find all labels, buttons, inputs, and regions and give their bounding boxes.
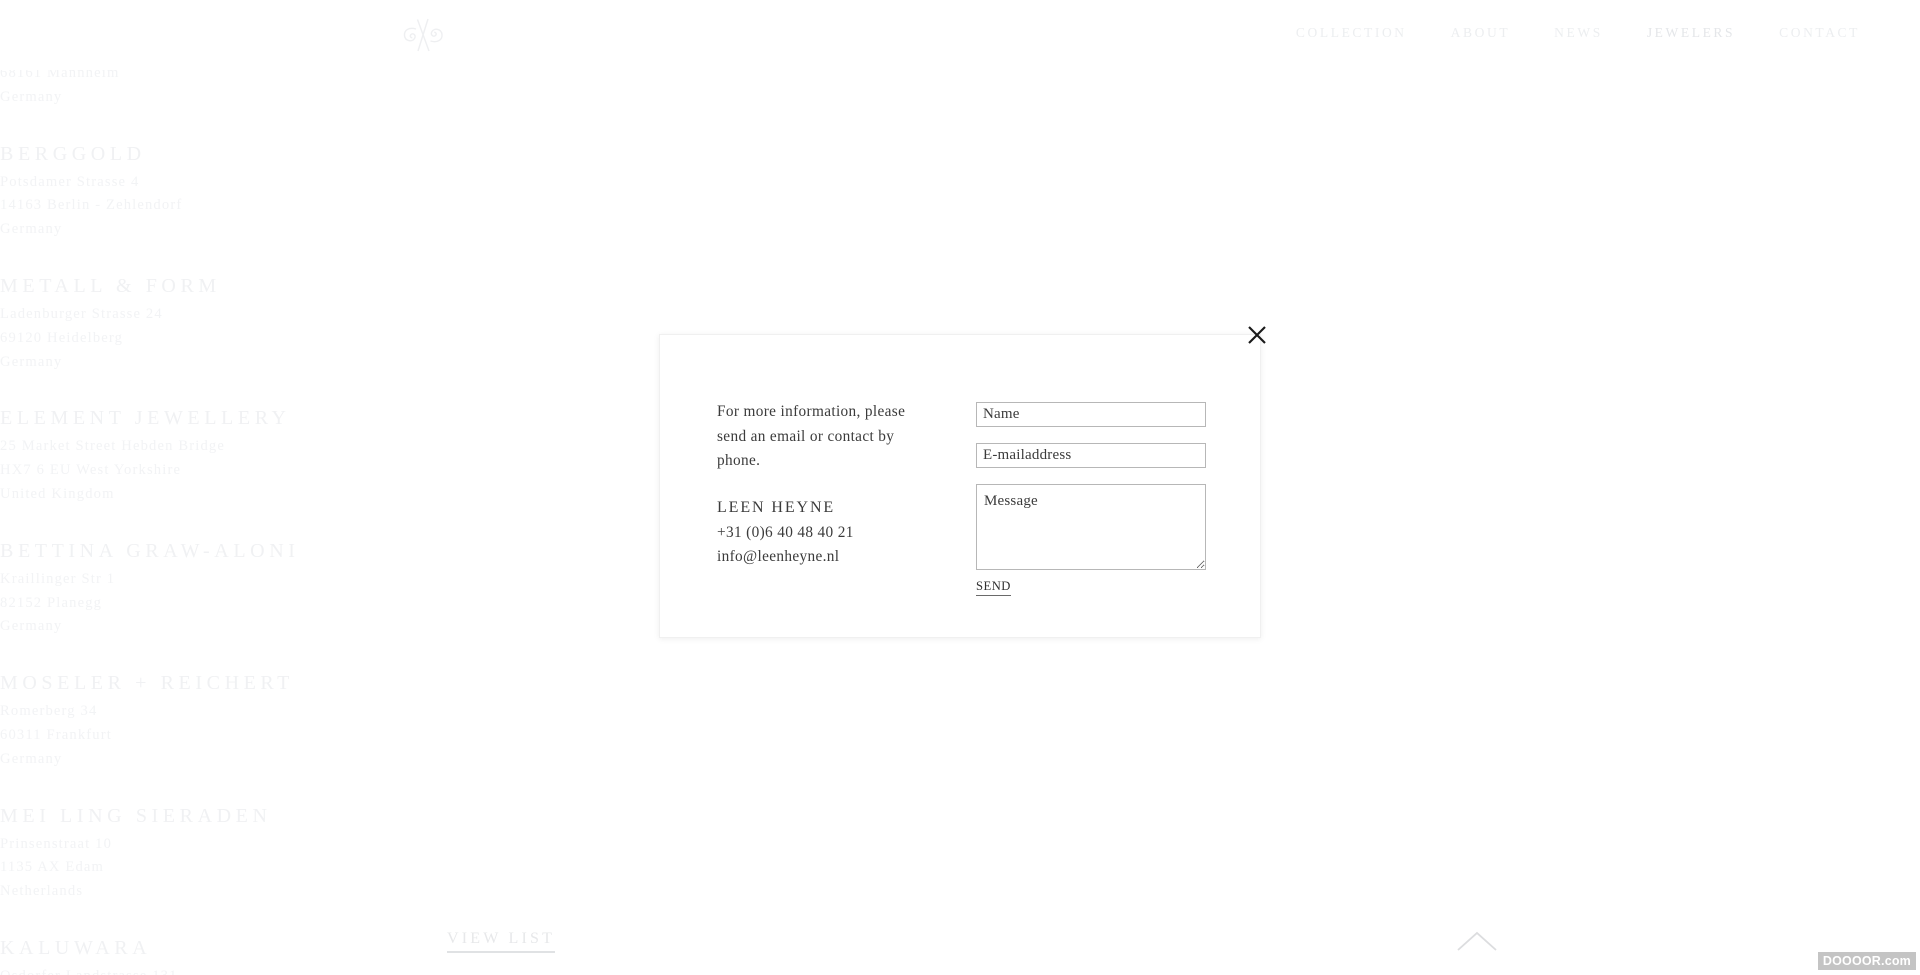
jeweler-address-line: 1135 AX Edam xyxy=(0,859,105,876)
name-input[interactable] xyxy=(976,402,1206,427)
contact-modal: For more information, please send an ema… xyxy=(659,326,1266,638)
nav-item-news[interactable]: NEWS xyxy=(1554,25,1603,41)
page-root: COLLECTION ABOUT NEWS JEWELERS CONTACT 6… xyxy=(0,0,1920,975)
jeweler-address-line: Germany xyxy=(0,221,63,238)
jeweler-entry: MEI LING SIERADEN Prinsenstraat 10 1135 … xyxy=(0,799,560,904)
contact-email: info@leenheyne.nl xyxy=(717,548,840,566)
contact-info-column: For more information, please send an ema… xyxy=(717,400,928,596)
jeweler-address-line: Germany xyxy=(0,750,63,767)
site-header: COLLECTION ABOUT NEWS JEWELERS CONTACT xyxy=(0,0,1920,70)
jeweler-address-line: Osdorfer Landstrasse 131 xyxy=(0,965,560,975)
jeweler-address-line: 60311 Frankfurt xyxy=(0,726,112,743)
jewelers-list: 68161 Mannheim Germany BERGGOLD Potsdame… xyxy=(0,62,560,975)
jeweler-address-line: Prinsenstraat 10 xyxy=(0,835,113,852)
jeweler-address-line: HX7 6 EU West Yorkshire xyxy=(0,462,182,479)
jeweler-entry: MOSELER + REICHERT Romerberg 34 60311 Fr… xyxy=(0,666,560,771)
jeweler-name: BERGGOLD xyxy=(0,142,146,165)
jeweler-address-line: 82152 Planegg xyxy=(0,594,103,611)
jeweler-name: BETTINA GRAW-ALONI xyxy=(0,539,300,562)
main-navigation: COLLECTION ABOUT NEWS JEWELERS CONTACT xyxy=(1296,25,1860,41)
jeweler-entry: METALL & FORM Ladenburger Strasse 24 691… xyxy=(0,269,560,374)
jeweler-entry: ELEMENT JEWELLERY 25 Market Street Hebde… xyxy=(0,401,560,506)
jeweler-name: ELEMENT JEWELLERY xyxy=(0,407,291,430)
contact-modal-body: For more information, please send an ema… xyxy=(717,400,1206,596)
chevron-up-icon[interactable] xyxy=(1454,928,1500,954)
jeweler-address-line: Ladenburger Strasse 24 xyxy=(0,305,163,322)
jeweler-address-line: Germany xyxy=(0,88,63,105)
jeweler-name: MEI LING SIERADEN xyxy=(0,804,272,827)
jeweler-entry: BERGGOLD Potsdamer Strasse 4 14163 Berli… xyxy=(0,137,560,242)
contact-intro-text: For more information, please send an ema… xyxy=(717,403,906,470)
nav-item-contact[interactable]: CONTACT xyxy=(1779,25,1860,41)
jeweler-address-line: Kraillinger Str 1 xyxy=(0,570,116,587)
jeweler-address-line: Germany xyxy=(0,618,63,635)
close-icon[interactable] xyxy=(1239,317,1275,353)
jeweler-address-line: Romerberg 34 xyxy=(0,703,98,720)
contact-person-name: LEEN HEYNE xyxy=(717,499,836,517)
leen-heyne-monogram-logo-icon[interactable] xyxy=(398,10,448,60)
jeweler-name: METALL & FORM xyxy=(0,274,221,297)
jeweler-address-line: Germany xyxy=(0,353,63,370)
jeweler-address-line: United Kingdom xyxy=(0,485,115,502)
contact-phone: +31 (0)6 40 48 40 21 xyxy=(717,523,854,541)
jeweler-entry: BETTINA GRAW-ALONI Kraillinger Str 1 821… xyxy=(0,534,560,639)
watermark-badge: DOOOOR.com xyxy=(1817,952,1916,970)
jeweler-address-line: 14163 Berlin - Zehlendorf xyxy=(0,197,183,214)
nav-item-collection[interactable]: COLLECTION xyxy=(1296,25,1407,41)
jeweler-name: MOSELER + REICHERT xyxy=(0,672,294,695)
nav-item-jewelers[interactable]: JEWELERS xyxy=(1647,25,1735,41)
message-textarea[interactable] xyxy=(976,484,1206,570)
email-input[interactable] xyxy=(976,443,1206,468)
jeweler-address-line: 69120 Heidelberg xyxy=(0,329,124,346)
send-button[interactable]: SEND xyxy=(976,579,1011,596)
contact-form-column: SEND xyxy=(976,400,1206,596)
view-list-link[interactable]: VIEW LIST xyxy=(447,930,556,953)
jeweler-address-line: Netherlands xyxy=(0,883,84,900)
jeweler-address-line: 25 Market Street Hebden Bridge xyxy=(0,438,225,455)
nav-item-about[interactable]: ABOUT xyxy=(1451,25,1511,41)
jeweler-address-line: Potsdamer Strasse 4 xyxy=(0,173,140,190)
